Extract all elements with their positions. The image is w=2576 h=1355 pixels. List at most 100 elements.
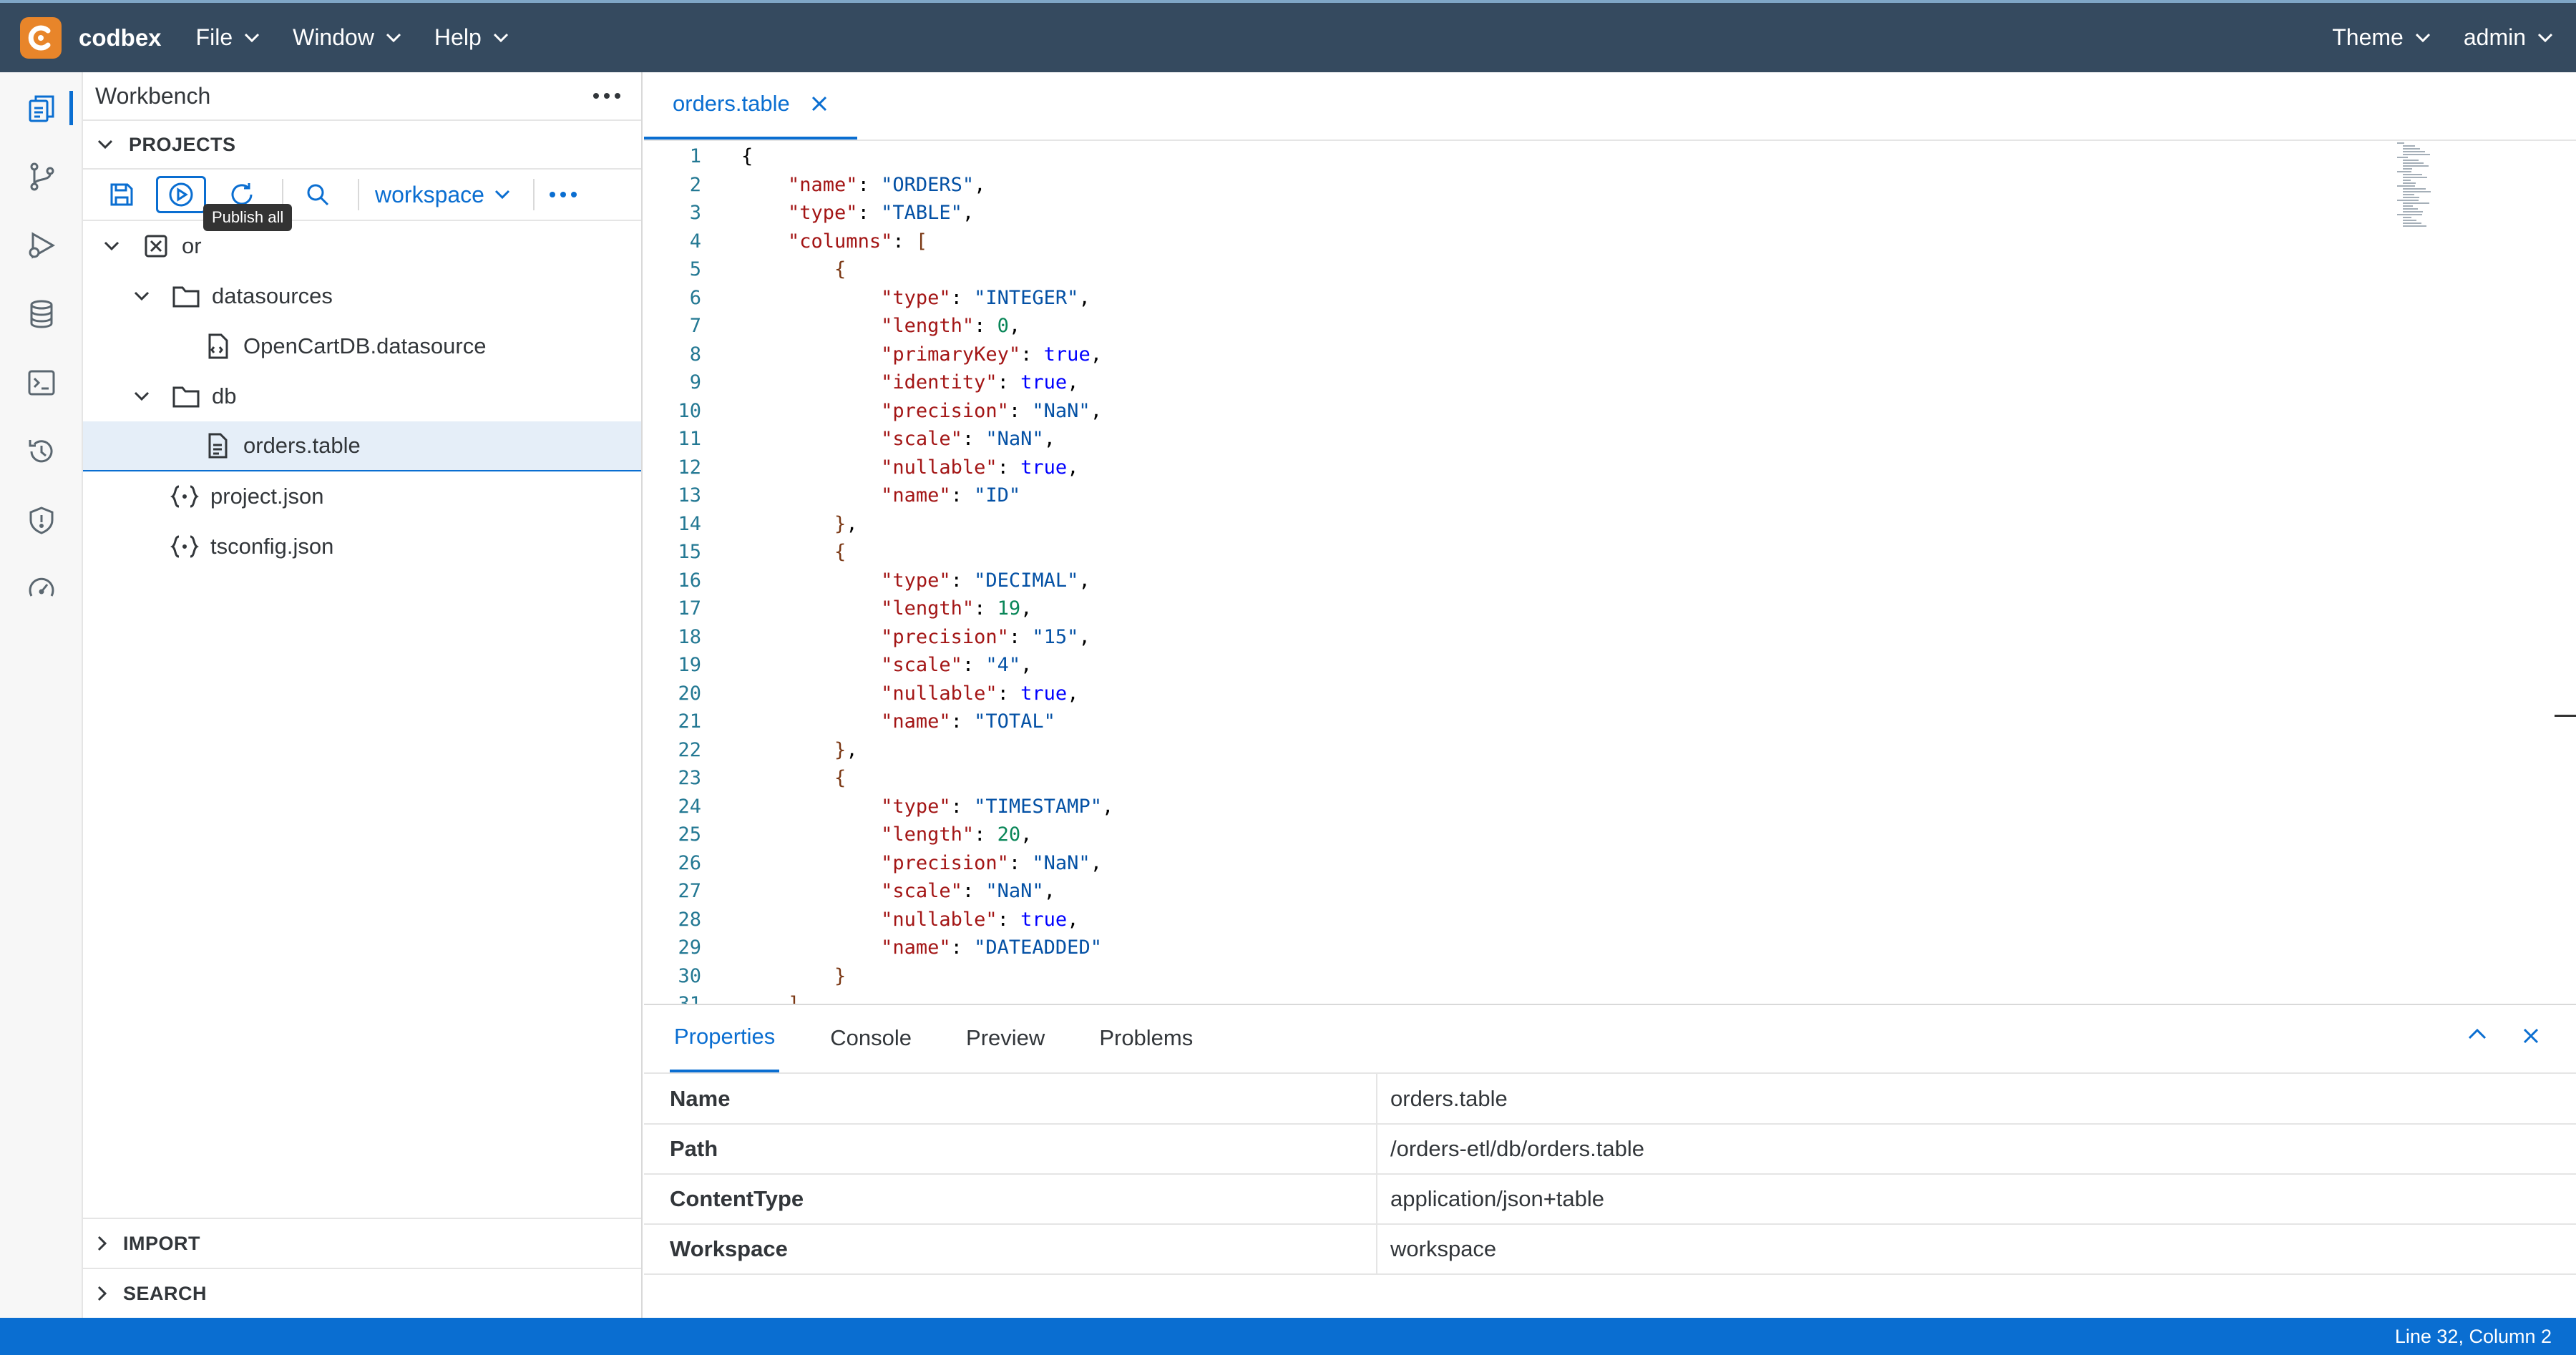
chevron-down-icon xyxy=(127,291,156,301)
terminal-icon[interactable] xyxy=(21,363,62,403)
minimap[interactable] xyxy=(2393,142,2436,235)
line-content: "type": "TIMESTAMP", xyxy=(881,795,1114,818)
more-options-icon[interactable] xyxy=(592,92,621,99)
line-number: 14 xyxy=(678,512,701,535)
code-editor[interactable]: 1{2 "name": "ORDERS", 3 "type": "TABLE", 4… xyxy=(644,142,2576,1004)
line-content: "name": "TOTAL" xyxy=(881,710,1055,733)
tree-item-project[interactable]: or xyxy=(83,221,641,271)
editor-area: orders.table 1{2 "name": "ORDERS", 3 "typ… xyxy=(644,72,2576,1004)
cursor-position: Line 32, Column 2 xyxy=(2394,1325,2552,1347)
line-content: { xyxy=(834,767,847,789)
tab-console[interactable]: Console xyxy=(805,1004,937,1072)
line-content: { xyxy=(834,541,847,563)
tree-item-label: orders.table xyxy=(243,433,361,458)
menu-file[interactable]: File xyxy=(196,24,260,51)
line-content: "primaryKey": true, xyxy=(881,343,1102,366)
table-row: Workspace workspace xyxy=(644,1224,2576,1275)
search-section-header[interactable]: SEARCH xyxy=(83,1268,641,1318)
close-icon[interactable] xyxy=(810,94,829,113)
code-line: 21 "name": "TOTAL" xyxy=(644,708,2576,736)
project-tree: or datasources OpenCartDB.datasource db … xyxy=(83,221,641,572)
tab-preview[interactable]: Preview xyxy=(941,1004,1070,1072)
code-line: 22 }, xyxy=(644,736,2576,765)
line-number: 4 xyxy=(689,230,701,253)
property-key: ContentType xyxy=(644,1174,1377,1225)
code-line: 12 "nullable": true, xyxy=(644,454,2576,482)
line-number: 9 xyxy=(689,371,701,393)
line-number: 6 xyxy=(689,286,701,309)
line-content: "nullable": true, xyxy=(881,456,1079,479)
tree-item-db[interactable]: db xyxy=(83,371,641,421)
workspace-select[interactable]: workspace xyxy=(375,182,510,208)
code-line: 23 { xyxy=(644,764,2576,793)
save-button[interactable] xyxy=(97,175,146,215)
folder-icon xyxy=(170,384,202,409)
line-number: 7 xyxy=(689,315,701,337)
tab-label: Console xyxy=(830,1025,912,1050)
tab-label: Problems xyxy=(1099,1025,1194,1050)
chevron-down-icon xyxy=(97,241,126,251)
line-number: 20 xyxy=(678,682,701,705)
user-menu[interactable]: admin xyxy=(2464,24,2553,51)
code-line: 9 "identity": true, xyxy=(644,368,2576,397)
code-line: 17 "length": 19, xyxy=(644,595,2576,623)
line-content: "nullable": true, xyxy=(881,908,1079,931)
chevron-down-icon xyxy=(2537,33,2553,43)
search-button[interactable] xyxy=(293,175,342,215)
tab-properties[interactable]: Properties xyxy=(670,1004,780,1072)
line-number: 24 xyxy=(678,795,701,818)
speedometer-icon[interactable] xyxy=(21,569,62,609)
line-number: 15 xyxy=(678,541,701,563)
property-value: /orders-etl/db/orders.table xyxy=(1377,1124,2576,1175)
line-number: 2 xyxy=(689,173,701,196)
tab-orders-table[interactable]: orders.table xyxy=(644,71,857,140)
toolbar-divider xyxy=(532,179,535,210)
chevron-down-icon xyxy=(494,190,510,200)
run-debug-icon[interactable] xyxy=(21,225,62,265)
code-line: 8 "primaryKey": true, xyxy=(644,341,2576,369)
tree-item-tsconfig-json[interactable]: tsconfig.json xyxy=(83,522,641,572)
menu-window[interactable]: Window xyxy=(293,24,401,51)
line-content: "precision": "NaN", xyxy=(881,399,1102,422)
publish-all-button[interactable] xyxy=(156,176,206,213)
theme-menu-label: Theme xyxy=(2332,24,2404,50)
shield-icon[interactable] xyxy=(21,500,62,540)
tab-problems[interactable]: Problems xyxy=(1074,1004,1218,1072)
code-line: 10 "precision": "NaN", xyxy=(644,397,2576,426)
tree-item-label: or xyxy=(182,233,202,258)
code-line: 25 "length": 20, xyxy=(644,821,2576,849)
tree-item-project-json[interactable]: project.json xyxy=(83,471,641,522)
history-icon[interactable] xyxy=(21,431,62,471)
more-options-icon[interactable] xyxy=(549,191,577,198)
scrollbar-marker[interactable] xyxy=(2555,715,2576,717)
code-line: 19 "scale": "4", xyxy=(644,651,2576,680)
line-number: 21 xyxy=(678,710,701,733)
datasource-file-icon xyxy=(202,333,233,360)
tree-item-label: datasources xyxy=(212,283,333,308)
line-number: 19 xyxy=(678,654,701,676)
sidebar: Workbench PROJECTS workspace Publish all… xyxy=(83,72,643,1318)
tree-item-orders-table[interactable]: orders.table xyxy=(83,421,641,471)
chevron-up-icon[interactable] xyxy=(2467,1027,2487,1045)
tree-item-opencartdb-datasource[interactable]: OpenCartDB.datasource xyxy=(83,321,641,371)
projects-section-header[interactable]: PROJECTS xyxy=(83,121,641,170)
line-number: 27 xyxy=(678,880,701,902)
workspace-select-value: workspace xyxy=(375,181,484,207)
code-line: 14 }, xyxy=(644,510,2576,539)
theme-menu[interactable]: Theme xyxy=(2332,24,2431,51)
panel-controls xyxy=(2433,1027,2540,1045)
import-section-header[interactable]: IMPORT xyxy=(83,1218,641,1268)
tree-item-datasources[interactable]: datasources xyxy=(83,271,641,321)
table-row: Path /orders-etl/db/orders.table xyxy=(644,1124,2576,1175)
close-icon[interactable] xyxy=(2522,1027,2540,1045)
workbench-icon[interactable] xyxy=(21,88,73,128)
menu-window-label: Window xyxy=(293,24,374,50)
code-line: 1{ xyxy=(644,142,2576,171)
codbex-logo-icon[interactable] xyxy=(20,16,62,59)
database-icon[interactable] xyxy=(21,294,62,334)
git-branch-icon[interactable] xyxy=(21,157,62,197)
bottom-panel: Properties Console Preview Problems Name… xyxy=(644,1004,2576,1318)
line-content: "length": 19, xyxy=(881,597,1033,620)
menu-help[interactable]: Help xyxy=(434,24,509,51)
line-number: 26 xyxy=(678,851,701,874)
